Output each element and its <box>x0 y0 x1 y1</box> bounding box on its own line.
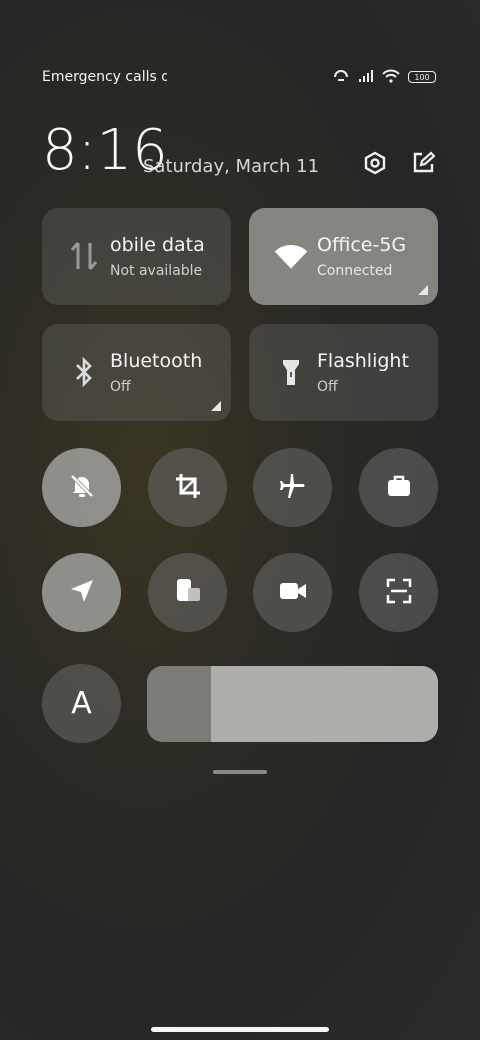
carrier-status-text: Emergency calls o <box>42 69 167 85</box>
silent-bell-icon <box>67 471 97 505</box>
brightness-slider[interactable] <box>147 666 438 742</box>
brightness-fill <box>147 666 212 742</box>
tile-title: Office-5G <box>317 234 407 256</box>
location-icon <box>68 577 96 609</box>
bluetooth-tile[interactable]: Bluetooth Off <box>42 324 231 421</box>
hotspot-icon <box>332 68 350 87</box>
expand-corner-icon[interactable] <box>211 401 221 411</box>
tile-title: obile data <box>110 234 205 256</box>
edit-icon[interactable] <box>410 150 436 176</box>
screenshot-crop-icon <box>174 472 202 504</box>
wifi-icon <box>273 238 309 274</box>
screenshot-toggle[interactable] <box>148 448 227 527</box>
home-gesture-bar[interactable] <box>151 1027 329 1032</box>
expand-corner-icon[interactable] <box>418 285 428 295</box>
location-toggle[interactable] <box>42 553 121 632</box>
bluetooth-icon <box>66 354 102 390</box>
battery-icon: 100 <box>408 71 436 83</box>
floating-window-toggle[interactable] <box>148 553 227 632</box>
flashlight-tile[interactable]: Flashlight Off <box>249 324 438 421</box>
top-actions <box>362 150 436 176</box>
mobile-data-icon <box>66 238 102 274</box>
scan-toggle[interactable] <box>359 553 438 632</box>
mobile-data-tile[interactable]: obile data Not available <box>42 208 231 305</box>
panel-drag-handle[interactable] <box>213 770 267 774</box>
wifi-tile[interactable]: Office-5G Connected <box>249 208 438 305</box>
tile-subtitle: Off <box>110 379 131 395</box>
tile-title: Flashlight <box>317 350 409 372</box>
screen-record-toggle[interactable] <box>253 553 332 632</box>
tile-title: Bluetooth <box>110 350 203 372</box>
airplane-icon <box>279 472 307 504</box>
floating-window-icon <box>173 576 203 610</box>
clock-date: Saturday, March 11 <box>143 156 320 177</box>
silent-toggle[interactable] <box>42 448 121 527</box>
signal-icon <box>358 68 374 87</box>
airplane-toggle[interactable] <box>253 448 332 527</box>
tile-subtitle: Off <box>317 379 338 395</box>
screen-record-icon <box>278 579 308 607</box>
font-size-toggle[interactable]: A <box>42 664 121 743</box>
flashlight-icon <box>273 354 309 390</box>
settings-icon[interactable] <box>362 150 388 176</box>
font-size-label: A <box>71 686 92 721</box>
tile-subtitle: Connected <box>317 263 393 279</box>
work-toggle[interactable] <box>359 448 438 527</box>
status-icons: 100 <box>332 68 436 87</box>
wifi-status-icon <box>382 68 400 87</box>
tile-subtitle: Not available <box>110 263 203 279</box>
scan-icon <box>385 577 413 609</box>
status-bar: Emergency calls o 100 <box>42 66 436 88</box>
briefcase-icon <box>385 472 413 504</box>
